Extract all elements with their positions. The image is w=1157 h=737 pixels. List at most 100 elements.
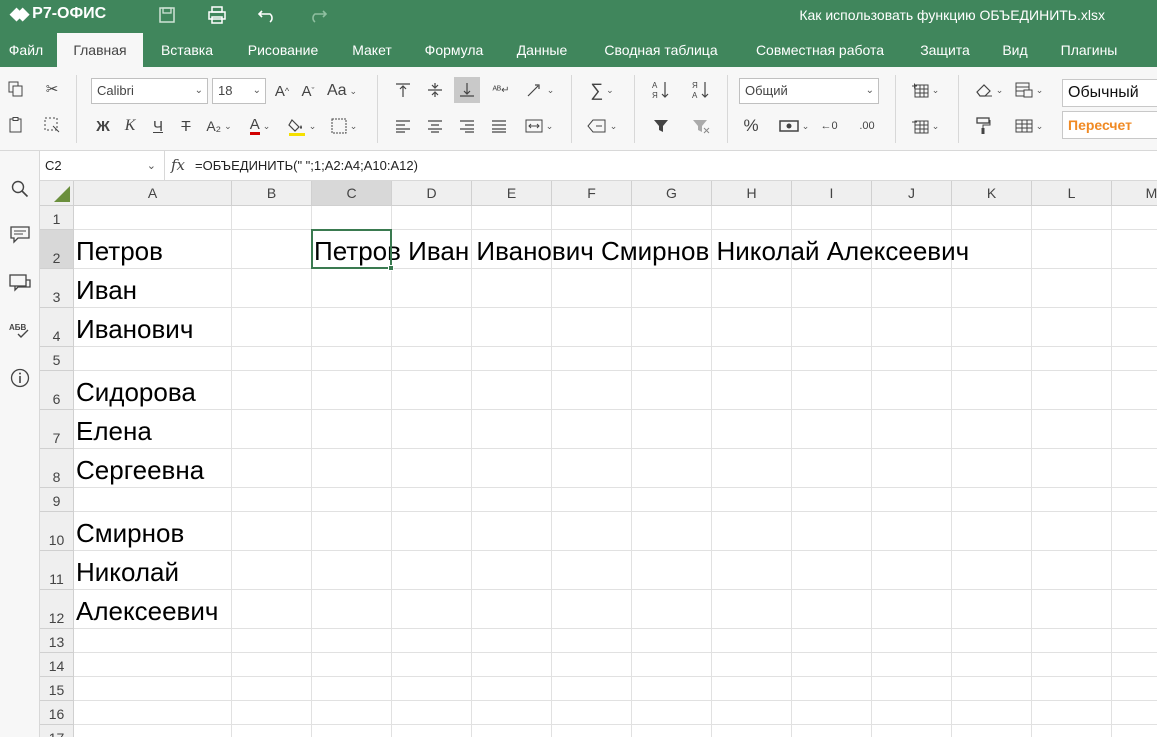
cell-a4[interactable]: Иванович — [74, 316, 193, 342]
row-header-3[interactable]: 3 — [40, 269, 74, 308]
column-header-f[interactable]: F — [552, 181, 632, 206]
row-header-4[interactable]: 4 — [40, 308, 74, 347]
font-size-select[interactable]: 18 ⌄ — [212, 78, 266, 104]
delete-cells-icon[interactable]: ⌄ — [906, 113, 944, 139]
spreadsheet-grid[interactable]: ABCDEFGHIJKLM 1234567891011121314151617 … — [40, 181, 1157, 737]
insert-cells-icon[interactable]: ⌄ — [906, 77, 944, 103]
align-center-icon[interactable] — [422, 113, 448, 139]
row-header-15[interactable]: 15 — [40, 677, 74, 701]
print-icon[interactable] — [204, 3, 230, 27]
column-header-i[interactable]: I — [792, 181, 872, 206]
text-orientation-icon[interactable]: ⌄ — [522, 77, 558, 103]
tab-pivot-table[interactable]: Сводная таблица — [588, 33, 734, 67]
redo-icon[interactable] — [305, 3, 331, 27]
row-header-9[interactable]: 9 — [40, 488, 74, 512]
borders-icon[interactable]: ⌄ — [326, 114, 362, 138]
cell-a12[interactable]: Алексеевич — [74, 598, 218, 624]
format-painter-icon[interactable] — [970, 113, 996, 139]
style-normal[interactable]: Обычный — [1062, 79, 1157, 107]
column-header-l[interactable]: L — [1032, 181, 1112, 206]
fill-color-icon[interactable]: ⌄ — [284, 114, 320, 138]
select-all-corner[interactable] — [40, 181, 74, 206]
search-icon[interactable] — [4, 175, 36, 203]
save-icon[interactable] — [154, 3, 180, 27]
tab-view[interactable]: Вид — [992, 33, 1038, 67]
column-header-h[interactable]: H — [712, 181, 792, 206]
column-header-g[interactable]: G — [632, 181, 712, 206]
tab-formula[interactable]: Формула — [412, 33, 496, 67]
filter-icon[interactable] — [648, 113, 674, 139]
increase-decimal-button[interactable]: .00 — [852, 114, 882, 138]
number-format-select[interactable]: Общий ⌄ — [739, 78, 879, 104]
cell-a6[interactable]: Сидорова — [74, 379, 196, 405]
cell-a2[interactable]: Петров — [74, 238, 163, 264]
column-header-j[interactable]: J — [872, 181, 952, 206]
chevron-down-icon[interactable]: ⌄ — [147, 151, 156, 181]
column-header-e[interactable]: E — [472, 181, 552, 206]
italic-button[interactable]: К — [118, 114, 142, 138]
tab-file[interactable]: Файл — [0, 33, 52, 67]
column-header-a[interactable]: A — [74, 181, 232, 206]
column-header-b[interactable]: B — [232, 181, 312, 206]
cell-a3[interactable]: Иван — [74, 277, 137, 303]
column-header-k[interactable]: K — [952, 181, 1032, 206]
cell-a8[interactable]: Сергеевна — [74, 457, 204, 483]
justify-icon[interactable] — [486, 113, 512, 139]
style-recalc[interactable]: Пересчет — [1062, 111, 1157, 139]
subscript-button[interactable]: A₂ ⌄ — [202, 114, 236, 138]
tab-insert[interactable]: Вставка — [146, 33, 228, 67]
row-header-5[interactable]: 5 — [40, 347, 74, 371]
underline-button[interactable]: Ч — [146, 114, 170, 138]
font-color-button[interactable]: A ⌄ — [242, 114, 278, 138]
tab-draw[interactable]: Рисование — [234, 33, 332, 67]
column-header-d[interactable]: D — [392, 181, 472, 206]
percent-button[interactable]: % — [738, 114, 764, 138]
tab-data[interactable]: Данные — [504, 33, 580, 67]
tab-collaboration[interactable]: Совместная работа — [742, 33, 898, 67]
cut-icon[interactable]: ✂ — [40, 77, 64, 101]
bold-button[interactable]: Ж — [91, 114, 115, 138]
align-bottom-icon[interactable] — [454, 77, 480, 103]
font-name-select[interactable]: Calibri ⌄ — [91, 78, 208, 104]
currency-icon[interactable]: ⌄ — [776, 114, 812, 138]
change-case-button[interactable]: Aa ⌄ — [324, 78, 360, 104]
fill-handle[interactable] — [388, 265, 394, 271]
conditional-format-icon[interactable]: ⌄ — [1010, 77, 1048, 103]
select-all-icon[interactable] — [40, 113, 64, 137]
cell-a10[interactable]: Смирнов — [74, 520, 184, 546]
row-header-16[interactable]: 16 — [40, 701, 74, 725]
row-header-6[interactable]: 6 — [40, 371, 74, 410]
decrease-font-icon[interactable]: Aˇ — [296, 78, 320, 104]
strikethrough-button[interactable]: Т — [174, 114, 198, 138]
row-header-17[interactable]: 17 — [40, 725, 74, 737]
align-right-icon[interactable] — [454, 113, 480, 139]
name-box[interactable]: C2 ⌄ — [40, 151, 165, 181]
undo-icon[interactable] — [254, 3, 280, 27]
row-header-2[interactable]: 2 — [40, 230, 74, 269]
cell-a7[interactable]: Елена — [74, 418, 152, 444]
spellcheck-icon[interactable]: АБВ — [4, 317, 36, 345]
column-header-m[interactable]: M — [1112, 181, 1157, 206]
tab-layout[interactable]: Макет — [338, 33, 406, 67]
align-left-icon[interactable] — [390, 113, 416, 139]
align-middle-icon[interactable] — [422, 77, 448, 103]
row-header-12[interactable]: 12 — [40, 590, 74, 629]
merge-cells-icon[interactable]: ⌄ — [520, 113, 558, 139]
row-header-1[interactable]: 1 — [40, 206, 74, 230]
tab-plugins[interactable]: Плагины — [1048, 33, 1130, 67]
wrap-text-icon[interactable]: ᴬᴮ↵ — [488, 77, 514, 103]
clear-filter-icon[interactable] — [688, 113, 714, 139]
chat-icon[interactable] — [4, 269, 36, 297]
row-header-7[interactable]: 7 — [40, 410, 74, 449]
clear-format-icon[interactable]: ⌄ — [582, 113, 622, 139]
sort-descending-icon[interactable]: ЯA — [688, 77, 714, 103]
row-header-13[interactable]: 13 — [40, 629, 74, 653]
decrease-decimal-button[interactable]: ←0 — [816, 114, 842, 138]
info-icon[interactable] — [4, 364, 36, 392]
tab-protection[interactable]: Защита — [906, 33, 984, 67]
row-header-8[interactable]: 8 — [40, 449, 74, 488]
row-header-11[interactable]: 11 — [40, 551, 74, 590]
cell-c2[interactable]: Петров Иван Иванович Смирнов Николай Але… — [312, 238, 969, 264]
row-header-14[interactable]: 14 — [40, 653, 74, 677]
format-as-table-icon[interactable]: ⌄ — [1010, 113, 1048, 139]
